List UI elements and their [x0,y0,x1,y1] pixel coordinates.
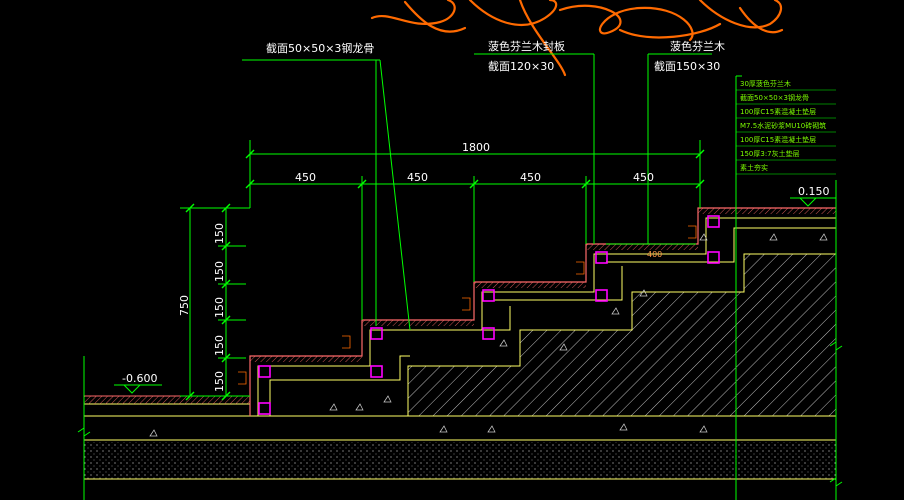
dim-riser-5: 150 [213,371,226,392]
level-marker-bottom: -0.600 [114,372,162,394]
dim-riser-4: 150 [213,335,226,356]
dim-riser-3: 150 [213,297,226,318]
dim-step-3: 450 [520,171,541,184]
dimension-lines [83,53,837,500]
layer-note-2: 截面50×50×3钢龙骨 [740,93,809,102]
layer-note-6: 150厚3:7灰土垫层 [740,149,800,158]
layer-note-7: 素土夯实 [740,163,768,172]
callout-tread-edge-size: 截面120×30 [488,59,554,73]
callout-tread-board: 菠色芬兰木 [670,39,725,53]
level-bottom-label: -0.600 [122,372,157,385]
dim-inner-width: 400 [647,250,662,259]
dim-total-width: 1800 [462,141,490,154]
layer-note-5: 100厚C15素混凝土垫层 [740,135,816,144]
callout-tread-edge: 菠色芬兰木封板 [488,39,565,53]
callout-steel-frame: 截面50×50×3钢龙骨 [266,41,374,55]
layer-note-3: 100厚C15素混凝土垫层 [740,107,816,116]
dim-step-1: 450 [295,171,316,184]
dim-riser-2: 150 [213,261,226,282]
dim-total-height: 750 [178,295,191,316]
layer-note-1: 30厚菠色芬兰木 [740,79,791,88]
compacted-soil [84,442,836,480]
stair-section-drawing: 0.150 -0.600 1800 450 450 450 450 400 75… [77,0,843,500]
level-top-label: 0.150 [798,185,830,198]
callout-tread-board-size: 截面150×30 [654,59,720,73]
layer-note-4: M7.5水泥砂浆MU10砖砌筑 [740,121,826,130]
dim-riser-1: 150 [213,223,226,244]
level-marker-top: 0.150 [790,185,836,207]
dim-step-2: 450 [407,171,428,184]
scribble-annotation [370,0,784,77]
dim-step-4: 450 [633,171,654,184]
layer-notes: 30厚菠色芬兰木 截面50×50×3钢龙骨 100厚C15素混凝土垫层 M7.5… [736,79,836,175]
